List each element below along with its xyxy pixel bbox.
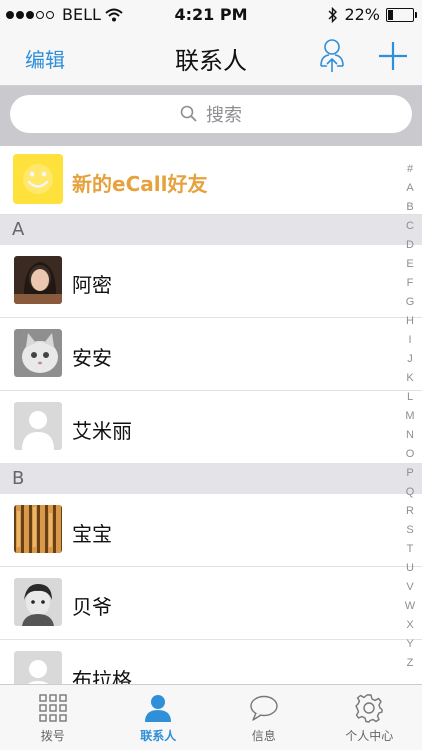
tab-dial[interactable]: 拨号 [0,685,106,750]
index-letter[interactable]: # [407,160,413,179]
contact-row[interactable]: 艾米丽 [0,391,422,464]
status-bar: BELL 4:21 PM 22% [0,0,422,30]
tab-label: 联系人 [140,729,177,743]
index-letter[interactable]: I [408,331,411,350]
contact-name: 宝宝 [72,522,112,546]
contact-row[interactable]: 贝爷 [0,567,422,640]
tab-contacts[interactable]: 联系人 [106,685,212,750]
smiley-icon [13,154,63,204]
index-letter[interactable]: W [405,597,415,616]
search-bar-container: 搜索 [0,86,422,146]
section-index-bar[interactable]: # A B C D E F G H I J K L M N O P Q R S T U V W X Y Z [404,160,416,673]
tab-label: 拨号 [40,729,65,743]
section-letter: A [12,219,25,240]
index-letter[interactable]: B [406,198,413,217]
search-icon [180,105,197,122]
default-avatar-icon [14,402,62,450]
contact-name: 艾米丽 [72,419,132,443]
index-letter[interactable]: K [406,369,413,388]
tab-label: 个人中心 [345,729,394,743]
index-letter[interactable]: A [406,179,413,198]
search-placeholder: 搜索 [206,105,242,126]
upload-contacts-icon[interactable] [316,38,348,74]
index-letter[interactable]: Z [407,654,414,673]
contact-row[interactable]: 阿密 [0,245,422,318]
index-letter[interactable]: S [406,521,413,540]
tab-bar: 拨号 联系人 信息 个人中心 [0,684,422,750]
index-letter[interactable]: C [406,217,414,236]
section-header-b: B [0,464,422,494]
new-ecall-friends-row[interactable]: 新的eCall好友 [0,146,422,215]
index-letter[interactable]: X [406,616,413,635]
contact-row[interactable]: 安安 [0,318,422,391]
add-contact-icon[interactable] [376,38,410,74]
contact-list[interactable]: 新的eCall好友 A 阿密 安安 艾米丽 B 宝宝 贝爷 布拉格 [0,146,422,713]
index-letter[interactable]: Q [406,483,415,502]
tab-label: 信息 [251,729,276,743]
contact-name: 安安 [72,346,112,370]
index-letter[interactable]: P [406,464,413,483]
index-letter[interactable]: M [405,407,414,426]
index-letter[interactable]: G [406,293,415,312]
index-letter[interactable]: E [406,255,413,274]
index-letter[interactable]: U [406,559,414,578]
index-letter[interactable]: F [407,274,414,293]
index-letter[interactable]: H [406,312,414,331]
avatar [14,329,62,377]
tab-messages[interactable]: 信息 [211,685,317,750]
battery-percent: 22% [344,5,380,24]
avatar [14,578,62,626]
search-input[interactable]: 搜索 [10,95,412,133]
index-letter[interactable]: D [406,236,414,255]
navigation-bar: 编辑 联系人 [0,30,422,86]
index-letter[interactable]: J [407,350,413,369]
avatar [14,505,62,553]
dialpad-icon [39,694,67,722]
index-letter[interactable]: N [406,426,414,445]
contact-name: 贝爷 [72,595,112,619]
tab-profile[interactable]: 个人中心 [317,685,422,750]
section-letter: B [12,468,25,489]
contact-row[interactable]: 宝宝 [0,494,422,567]
avatar [14,256,62,304]
chat-bubble-icon [250,695,278,721]
index-letter[interactable]: R [406,502,414,521]
index-letter[interactable]: V [406,578,413,597]
contact-name: 阿密 [72,273,112,297]
index-letter[interactable]: Y [406,635,413,654]
battery-icon [386,7,417,22]
new-friend-label: 新的eCall好友 [72,172,208,196]
gear-icon [355,694,383,723]
section-header-a: A [0,215,422,245]
index-letter[interactable]: O [406,445,415,464]
person-icon [145,695,172,722]
index-letter[interactable]: T [407,540,414,559]
page-title: 联系人 [175,47,247,75]
bluetooth-icon [328,6,338,23]
index-letter[interactable]: L [407,388,413,407]
